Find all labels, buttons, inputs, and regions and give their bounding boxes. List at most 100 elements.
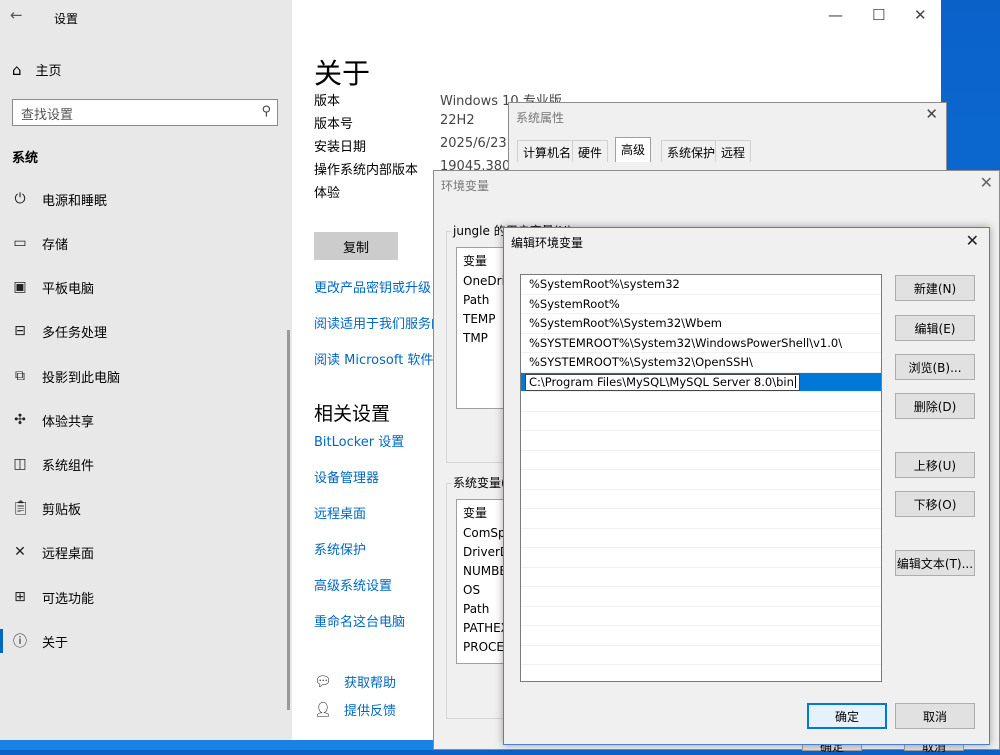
list-item[interactable]: Path: [463, 602, 489, 616]
sidebar-item-clipboard[interactable]: 📋︎ 剪贴板: [12, 496, 81, 520]
search-input[interactable]: 查找设置 ⚲: [12, 99, 278, 126]
empty-row: [521, 587, 881, 607]
sidebar-item-label: 系统组件: [42, 458, 95, 474]
edit-button[interactable]: 编辑(E): [895, 315, 975, 341]
change-product-key-link[interactable]: 更改产品密钥或升级: [314, 277, 431, 296]
sidebar-item-label: 电源和睡眠: [42, 193, 108, 209]
spec-label-edition: 版本: [314, 94, 341, 109]
path-entry[interactable]: %SystemRoot%: [521, 295, 881, 314]
sidebar-item-storage[interactable]: ▭ 存储: [12, 231, 68, 255]
sidebar-item-projecting[interactable]: ⧉ 投影到此电脑: [12, 364, 120, 388]
optional-features-icon: ⊞: [14, 589, 26, 605]
rename-pc-link[interactable]: 重命名这台电脑: [314, 611, 405, 630]
spec-value-installed: 2025/6/23: [440, 136, 507, 151]
list-item[interactable]: OS: [463, 583, 480, 597]
spec-value-version: 22H2: [440, 113, 475, 128]
give-feedback-link[interactable]: 👤︎ 提供反馈: [314, 700, 397, 720]
empty-row: [521, 646, 881, 665]
active-indicator: [0, 629, 3, 653]
dialog-title: 环境变量: [441, 179, 490, 193]
system-components-icon: ◫: [13, 456, 27, 472]
list-item[interactable]: TEMP: [463, 312, 496, 326]
help-chat-icon: 💬︎: [314, 673, 332, 690]
empty-row: [521, 470, 881, 490]
sidebar-item-tablet[interactable]: ▣ 平板电脑: [12, 275, 94, 299]
sidebar-item-label: 体验共享: [42, 414, 95, 430]
move-down-button[interactable]: 下移(O): [895, 491, 975, 517]
path-entry-selected[interactable]: C:\Program Files\MySQL\MySQL Server 8.0\…: [521, 372, 881, 392]
license-terms-link[interactable]: 阅读 Microsoft 软件许: [314, 349, 446, 368]
device-manager-link[interactable]: 设备管理器: [314, 467, 379, 486]
list-item[interactable]: Path: [463, 293, 489, 307]
empty-row: [521, 431, 881, 451]
empty-row: [521, 490, 881, 509]
tab-remote[interactable]: 远程: [715, 140, 752, 162]
close-icon[interactable]: ✕: [980, 173, 993, 192]
info-icon: ⓘ: [13, 634, 27, 650]
edit-text-button[interactable]: 编辑文本(T)...: [895, 550, 975, 576]
maximize-icon[interactable]: ☐: [872, 6, 885, 24]
path-edit-field[interactable]: C:\Program Files\MySQL\MySQL Server 8.0\…: [525, 373, 800, 391]
sidebar-item-label: 远程桌面: [42, 546, 95, 562]
text-caret: [794, 375, 796, 388]
browse-button[interactable]: 浏览(B)...: [895, 354, 975, 380]
advanced-system-settings-link[interactable]: 高级系统设置: [314, 575, 392, 594]
remote-desktop-icon: ✕: [14, 544, 26, 560]
sidebar-item-optional-features[interactable]: ⊞ 可选功能: [12, 585, 94, 609]
close-icon[interactable]: ✕: [925, 105, 938, 123]
move-up-button[interactable]: 上移(U): [895, 452, 975, 478]
sidebar-item-about[interactable]: ⓘ 关于: [12, 629, 68, 653]
home-icon: ⌂: [12, 60, 22, 79]
power-icon: ⏻: [14, 191, 26, 207]
copy-button[interactable]: 复制: [314, 232, 398, 260]
path-entry[interactable]: %SystemRoot%\System32\Wbem: [521, 314, 881, 334]
path-entry[interactable]: %SYSTEMROOT%\System32\OpenSSH\: [521, 353, 881, 373]
spec-label-experience: 体验: [314, 186, 341, 201]
close-icon[interactable]: ✕: [966, 231, 979, 250]
list-item[interactable]: TMP: [463, 331, 488, 345]
remote-desktop-link[interactable]: 远程桌面: [314, 503, 366, 522]
path-entry[interactable]: %SystemRoot%\system32: [521, 275, 881, 295]
path-entry[interactable]: %SYSTEMROOT%\System32\WindowsPowerShell\…: [521, 334, 881, 353]
tab-advanced[interactable]: 高级: [615, 137, 652, 162]
system-protection-link[interactable]: 系统保护: [314, 539, 366, 558]
search-icon[interactable]: ⚲: [261, 104, 271, 119]
empty-row: [521, 451, 881, 470]
tab-hardware[interactable]: 硬件: [572, 140, 609, 162]
sidebar-item-multitasking[interactable]: ⊟ 多任务处理: [12, 319, 107, 343]
minimize-icon[interactable]: —: [828, 6, 843, 24]
sidebar-item-power[interactable]: ⏻ 电源和睡眠: [12, 187, 107, 211]
sidebar-item-system-components[interactable]: ◫ 系统组件: [12, 452, 94, 476]
back-arrow-icon[interactable]: ←: [10, 6, 23, 24]
get-help-link[interactable]: 💬︎ 获取帮助: [314, 672, 396, 692]
bitlocker-link[interactable]: BitLocker 设置: [314, 431, 404, 450]
spec-label-version: 版本号: [314, 117, 354, 132]
give-feedback-label: 提供反馈: [344, 704, 397, 719]
close-icon[interactable]: ✕: [914, 6, 927, 24]
column-header: 变量: [463, 506, 488, 520]
empty-row: [521, 529, 881, 548]
home-nav-item[interactable]: ⌂ 主页: [12, 60, 62, 80]
sidebar-item-remote-desktop[interactable]: ✕ 远程桌面: [12, 540, 94, 564]
sidebar-item-label: 可选功能: [42, 591, 95, 607]
storage-icon: ▭: [13, 235, 27, 251]
sidebar-item-label: 多任务处理: [42, 325, 108, 341]
tab-system-protection[interactable]: 系统保护: [661, 140, 722, 162]
edit-environment-variable-dialog: 编辑环境变量 ✕ %SystemRoot%\system32 %SystemRo…: [503, 227, 990, 745]
empty-row: [521, 509, 881, 529]
tab-computer-name[interactable]: 计算机名: [517, 140, 578, 162]
sidebar-scrollbar[interactable]: [287, 330, 290, 710]
sidebar-item-label: 平板电脑: [42, 281, 95, 297]
empty-row: [521, 626, 881, 646]
sidebar-item-shared-experiences[interactable]: ✣ 体验共享: [12, 408, 94, 432]
path-list[interactable]: %SystemRoot%\system32 %SystemRoot% %Syst…: [520, 274, 882, 682]
cancel-button[interactable]: 取消: [895, 703, 975, 729]
ok-button[interactable]: 确定: [807, 703, 887, 729]
section-title: 系统: [12, 151, 39, 166]
sidebar-item-label: 投影到此电脑: [42, 370, 121, 386]
sidebar-item-label: 关于: [42, 635, 69, 651]
delete-button[interactable]: 删除(D): [895, 393, 975, 419]
shared-experiences-icon: ✣: [14, 412, 26, 428]
new-button[interactable]: 新建(N): [895, 275, 975, 301]
services-agreement-link[interactable]: 阅读适用于我们服务的: [314, 313, 444, 332]
